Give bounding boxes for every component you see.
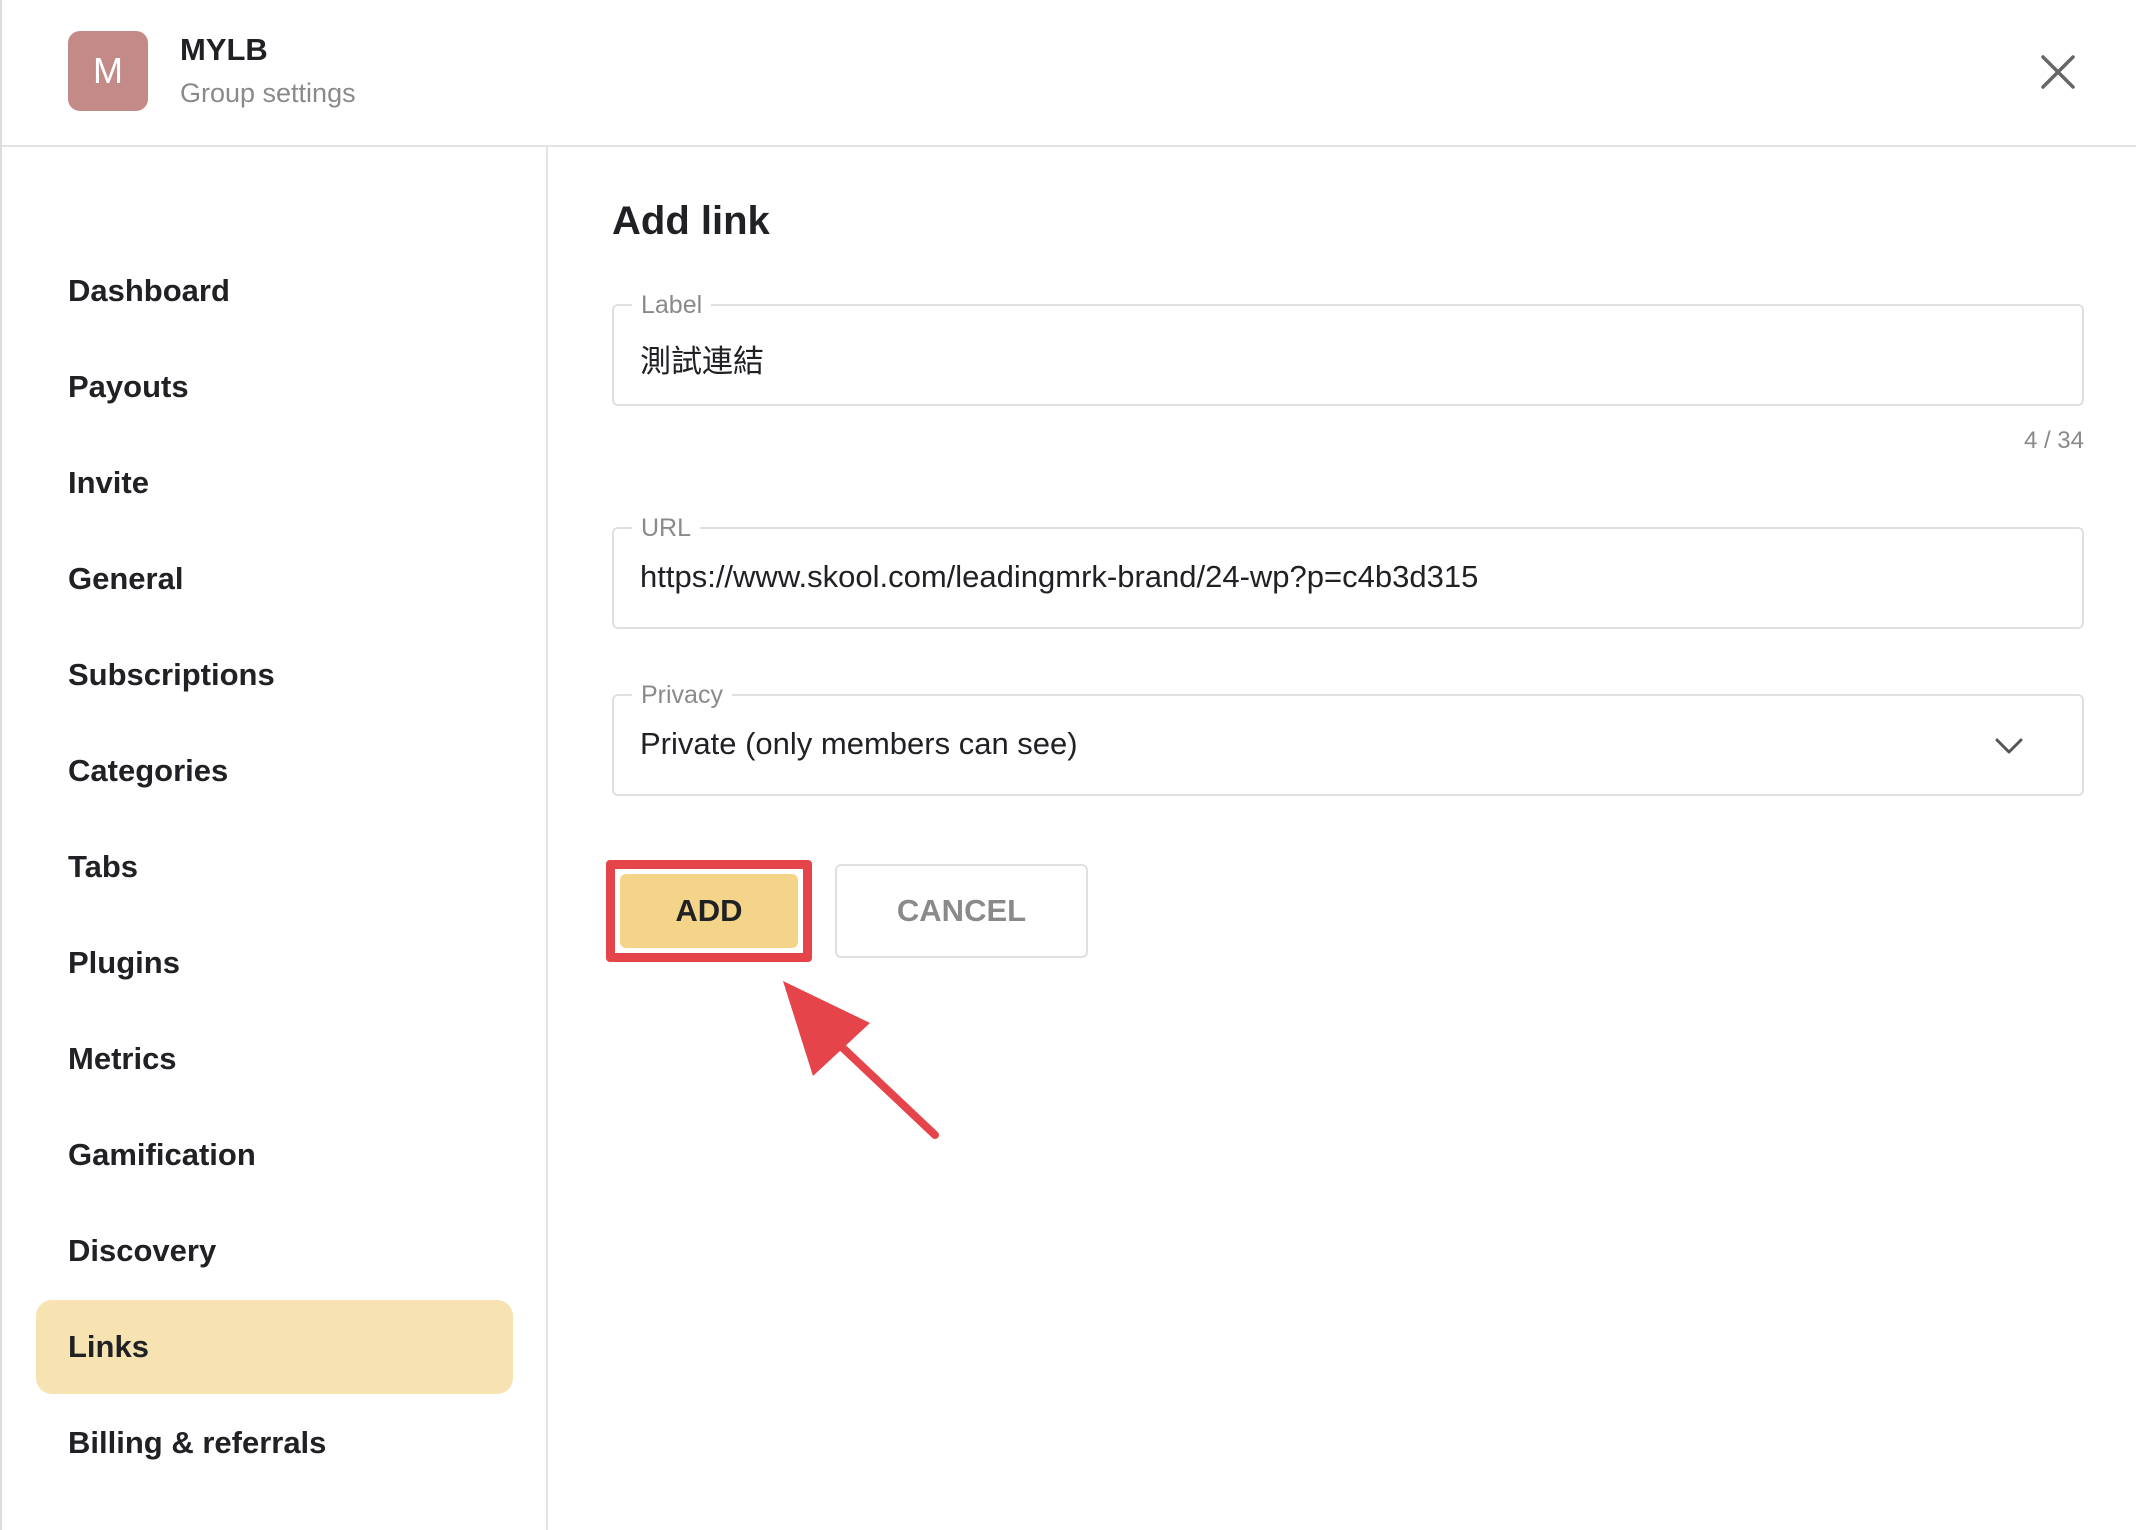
chevron-down-icon bbox=[1995, 738, 2023, 754]
privacy-field-value: Private (only members can see) bbox=[640, 726, 1078, 761]
page-title: Add link bbox=[612, 199, 770, 243]
sidebar-item-label: Billing & referrals bbox=[68, 1425, 327, 1460]
sidebar-item-label: Invite bbox=[68, 465, 149, 500]
sidebar-item-label: Gamification bbox=[68, 1137, 256, 1172]
url-field-label: URL bbox=[632, 511, 701, 545]
sidebar-item-payouts[interactable]: Payouts bbox=[36, 340, 513, 434]
sidebar-item-label: Plugins bbox=[68, 945, 180, 980]
sidebar-item-label: Payouts bbox=[68, 369, 189, 404]
url-input[interactable]: URL https://www.skool.com/leadingmrk-bra… bbox=[612, 511, 2084, 629]
privacy-field-label: Privacy bbox=[632, 678, 732, 712]
close-icon bbox=[2041, 55, 2075, 89]
url-field-value: https://www.skool.com/leadingmrk-brand/2… bbox=[640, 559, 1479, 594]
sidebar-item-label: Categories bbox=[68, 753, 229, 788]
sidebar-item-invite[interactable]: Invite bbox=[36, 436, 513, 530]
add-button[interactable]: ADD bbox=[620, 874, 798, 948]
sidebar-item-discovery[interactable]: Discovery bbox=[36, 1204, 513, 1298]
close-button[interactable] bbox=[2032, 46, 2084, 98]
sidebar-item-label: Metrics bbox=[68, 1041, 177, 1076]
sidebar-item-tabs[interactable]: Tabs bbox=[36, 820, 513, 914]
header-subtitle: Group settings bbox=[180, 78, 356, 108]
sidebar-item-metrics[interactable]: Metrics bbox=[36, 1012, 513, 1106]
sidebar-item-label: General bbox=[68, 561, 184, 596]
sidebar-item-label: Subscriptions bbox=[68, 657, 275, 692]
group-name: MYLB bbox=[180, 32, 268, 67]
settings-sidebar: Dashboard Payouts Invite General Subscri… bbox=[2, 147, 548, 1530]
sidebar-item-links[interactable]: Links bbox=[36, 1300, 513, 1394]
sidebar-item-general[interactable]: General bbox=[36, 532, 513, 626]
character-counter: 4 / 34 bbox=[2023, 427, 2084, 454]
privacy-select[interactable]: Privacy Private (only members can see) bbox=[612, 678, 2084, 796]
sidebar-item-label: Discovery bbox=[68, 1233, 217, 1268]
sidebar-item-label: Dashboard bbox=[68, 273, 230, 308]
sidebar-item-label: Tabs bbox=[68, 849, 139, 884]
sidebar-item-gamification[interactable]: Gamification bbox=[36, 1108, 513, 1202]
sidebar-item-categories[interactable]: Categories bbox=[36, 724, 513, 818]
annotation-arrow-icon bbox=[783, 981, 939, 1139]
label-field-label: Label bbox=[632, 288, 712, 322]
sidebar-item-dashboard[interactable]: Dashboard bbox=[36, 244, 513, 338]
sidebar-item-plugins[interactable]: Plugins bbox=[36, 916, 513, 1010]
sidebar-item-subscriptions[interactable]: Subscriptions bbox=[36, 628, 513, 722]
modal-header: M MYLB Group settings bbox=[2, 0, 2136, 147]
label-field-value: 測試連結 bbox=[640, 344, 764, 379]
cancel-button[interactable]: CANCEL bbox=[835, 864, 1088, 958]
main-content: Add link Label 測試連結 4 / 34 URL https://w… bbox=[550, 147, 2136, 1530]
sidebar-item-billing-referrals[interactable]: Billing & referrals bbox=[36, 1396, 513, 1490]
group-avatar: M bbox=[68, 31, 148, 111]
label-input[interactable]: Label 測試連結 bbox=[612, 288, 2084, 406]
sidebar-item-label: Links bbox=[68, 1329, 149, 1364]
settings-modal: M MYLB Group settings Dashboard Payouts … bbox=[0, 0, 2136, 1530]
